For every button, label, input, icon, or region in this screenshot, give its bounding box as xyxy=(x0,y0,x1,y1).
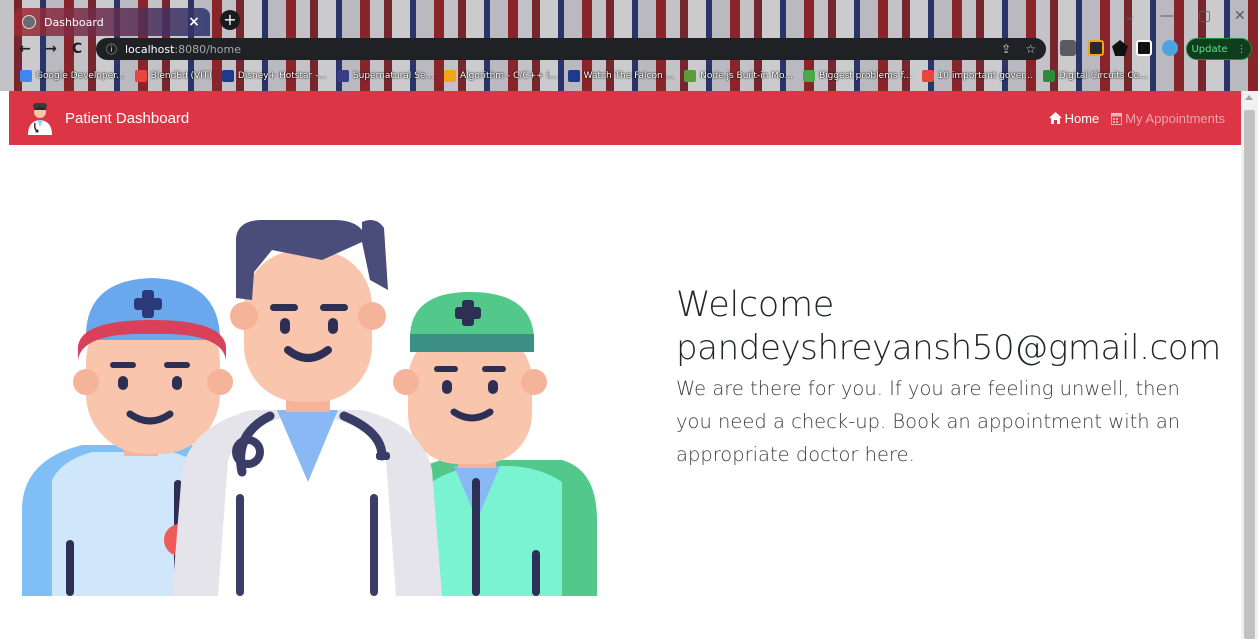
bookmark-item[interactable]: 10 important gover... xyxy=(921,70,1039,82)
bookmark-label: Digital Circuits Co... xyxy=(1058,71,1148,81)
kebab-menu-icon[interactable]: ⋮ xyxy=(1237,44,1247,55)
bookmark-label: Node.js Built-in Mo... xyxy=(700,71,793,81)
bookmark-label: Watch The Falcon ... xyxy=(583,71,675,81)
bookmark-favicon-icon xyxy=(921,70,934,82)
bookmark-favicon-icon xyxy=(802,70,815,82)
browser-tab[interactable]: Dashboard × xyxy=(14,8,210,36)
nav-link-label: My Appointments xyxy=(1125,110,1225,126)
tab-title: Dashboard xyxy=(44,15,104,29)
extension-icon[interactable] xyxy=(1088,40,1104,56)
forward-icon[interactable]: → xyxy=(38,41,64,57)
bookmark-label: 10 important gover... xyxy=(937,71,1033,81)
app-navbar: Patient Dashboard Home My Appointments xyxy=(9,91,1241,145)
update-label: Update xyxy=(1191,43,1228,55)
bookmark-item[interactable]: Algorithm - C/C++ i... xyxy=(443,70,564,82)
bookmark-item[interactable]: Google Developer... xyxy=(20,70,131,82)
welcome-section: Welcome pandeyshreyansh50@gmail.com We a… xyxy=(676,284,1241,471)
bookmark-favicon-icon xyxy=(134,70,147,82)
back-icon[interactable]: ← xyxy=(12,41,38,57)
bookmark-item[interactable]: Disney+ Hotstar -... xyxy=(221,70,333,82)
nav-link-my-appointments[interactable]: My Appointments xyxy=(1111,111,1225,126)
doctor-logo-icon[interactable] xyxy=(25,101,55,135)
bookmark-label: Supernatural Se... xyxy=(352,71,434,81)
bookmark-item[interactable]: Supernatural Se... xyxy=(336,70,440,82)
extension-icon[interactable] xyxy=(1060,40,1076,56)
bookmark-favicon-icon xyxy=(443,70,456,82)
tab-search-icon[interactable]: ⌄ xyxy=(1124,8,1136,24)
bookmark-label: Disney+ Hotstar -... xyxy=(237,71,327,81)
site-info-icon[interactable]: ⓘ xyxy=(106,41,117,57)
home-icon xyxy=(1048,112,1062,124)
update-button[interactable]: Update ⋮ xyxy=(1186,38,1252,60)
user-email: pandeyshreyansh50@gmail.com xyxy=(676,328,1221,368)
tab-close-icon[interactable]: × xyxy=(186,14,202,30)
browser-chrome: Dashboard × + ⌄ — ▢ ✕ ← → C ⓘ localhost … xyxy=(0,0,1258,91)
nav-link-label: Home xyxy=(1064,110,1100,126)
address-bar[interactable]: ⓘ localhost :8080/home ⇪ ☆ xyxy=(96,38,1046,60)
window-close-icon[interactable]: ✕ xyxy=(1234,8,1246,24)
nav-link-home[interactable]: Home xyxy=(1048,110,1100,126)
url-path: :8080/home xyxy=(174,42,241,56)
welcome-description: We are there for you. If you are feeling… xyxy=(676,377,1181,466)
brand-title[interactable]: Patient Dashboard xyxy=(65,110,189,127)
bookmark-favicon-icon xyxy=(684,70,697,82)
welcome-heading: Welcome xyxy=(676,285,834,325)
sidepanel-icon[interactable] xyxy=(1136,40,1152,56)
bookmark-favicon-icon xyxy=(221,70,234,82)
bookmark-favicon-icon xyxy=(336,70,349,82)
tab-strip: Dashboard × + ⌄ — ▢ ✕ xyxy=(0,0,1258,36)
calendar-icon xyxy=(1111,112,1123,125)
bookmark-item[interactable]: BlendEd (VIT) xyxy=(134,70,218,82)
url-host: localhost xyxy=(125,42,175,56)
doctors-illustration xyxy=(22,220,597,596)
bookmark-item[interactable]: Biggest problems f... xyxy=(802,70,918,82)
avatar[interactable] xyxy=(1162,40,1178,56)
share-icon[interactable]: ⇪ xyxy=(1001,42,1011,56)
tab-favicon-icon xyxy=(22,15,36,29)
scroll-thumb[interactable] xyxy=(1244,110,1255,639)
scroll-up-arrow-icon[interactable] xyxy=(1245,95,1253,100)
reload-icon[interactable]: C xyxy=(64,41,90,57)
bookmark-favicon-icon xyxy=(1042,70,1055,82)
bookmark-item[interactable]: Digital Circuits Co... xyxy=(1042,70,1154,82)
bookmark-item[interactable]: Watch The Falcon ... xyxy=(567,70,680,82)
bookmark-star-icon[interactable]: ☆ xyxy=(1025,42,1036,56)
bookmark-label: BlendEd (VIT) xyxy=(150,71,212,81)
bookmark-label: Algorithm - C/C++ i... xyxy=(459,71,558,81)
new-tab-button[interactable]: + xyxy=(220,10,240,30)
nav-links: Home My Appointments xyxy=(1048,110,1225,126)
bookmark-item[interactable]: Node.js Built-in Mo... xyxy=(684,70,799,82)
bookmark-favicon-icon xyxy=(20,70,32,82)
bookmark-label: Google Developer... xyxy=(36,71,125,81)
bookmark-favicon-icon xyxy=(567,70,580,82)
maximize-icon[interactable]: ▢ xyxy=(1198,8,1211,24)
bookmark-label: Biggest problems f... xyxy=(818,71,912,81)
minimize-icon[interactable]: — xyxy=(1160,8,1174,24)
bookmarks-bar: Google Developer... BlendEd (VIT) Disney+ … xyxy=(0,64,1258,88)
